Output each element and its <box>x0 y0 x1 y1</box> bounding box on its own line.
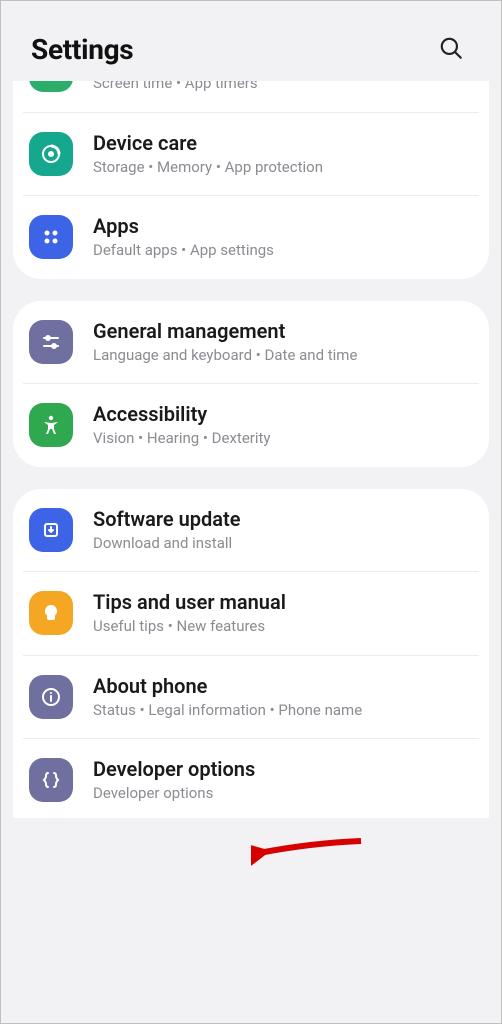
settings-item-about[interactable]: About phone Status • Legal information •… <box>23 655 479 739</box>
settings-group: General management Language and keyboard… <box>13 301 489 467</box>
item-subtitle: Storage • Memory • App protection <box>93 158 469 178</box>
search-icon <box>438 35 464 64</box>
item-subtitle: Screen time • App timers <box>93 81 469 94</box>
item-title: Software update <box>93 507 469 532</box>
settings-group: Software update Download and install Tip… <box>13 489 489 818</box>
settings-item-apps[interactable]: Apps Default apps • App settings <box>23 195 479 279</box>
settings-item-devicecare[interactable]: Device care Storage • Memory • App prote… <box>23 112 479 196</box>
item-title: Developer options <box>93 757 469 782</box>
item-title: Accessibility <box>93 402 469 427</box>
settings-item-general[interactable]: General management Language and keyboard… <box>23 301 479 384</box>
settings-item-devopts[interactable]: Developer options Developer options <box>23 738 479 812</box>
sliders-icon <box>29 320 73 364</box>
apps-icon <box>29 215 73 259</box>
settings-item-controls[interactable]: Controls Screen time • App timers <box>23 81 479 112</box>
item-subtitle: Download and install <box>93 534 469 554</box>
settings-item-swupdate[interactable]: Software update Download and install <box>23 489 479 572</box>
devicecare-icon <box>29 132 73 176</box>
item-title: Tips and user manual <box>93 590 469 615</box>
item-subtitle: Vision • Hearing • Dexterity <box>93 429 469 449</box>
settings-header: Settings <box>1 1 501 87</box>
braces-icon <box>29 758 73 802</box>
item-subtitle: Status • Legal information • Phone name <box>93 701 469 721</box>
settings-item-tips[interactable]: Tips and user manual Useful tips • New f… <box>23 571 479 655</box>
bulb-icon <box>29 591 73 635</box>
item-subtitle: Language and keyboard • Date and time <box>93 346 469 366</box>
item-subtitle: Default apps • App settings <box>93 241 469 261</box>
settings-item-accessibility[interactable]: Accessibility Vision • Hearing • Dexteri… <box>23 383 479 467</box>
hourglass-icon <box>29 81 73 92</box>
settings-group: Controls Screen time • App timers Device… <box>13 81 489 279</box>
item-title: Apps <box>93 214 469 239</box>
item-title: Device care <box>93 131 469 156</box>
page-title: Settings <box>31 33 133 66</box>
item-subtitle: Useful tips • New features <box>93 617 469 637</box>
search-button[interactable] <box>431 29 471 69</box>
item-title: General management <box>93 319 469 344</box>
annotation-arrow <box>251 833 371 873</box>
item-title: About phone <box>93 674 469 699</box>
item-subtitle: Developer options <box>93 784 469 804</box>
accessibility-icon <box>29 403 73 447</box>
update-icon <box>29 508 73 552</box>
info-icon <box>29 675 73 719</box>
